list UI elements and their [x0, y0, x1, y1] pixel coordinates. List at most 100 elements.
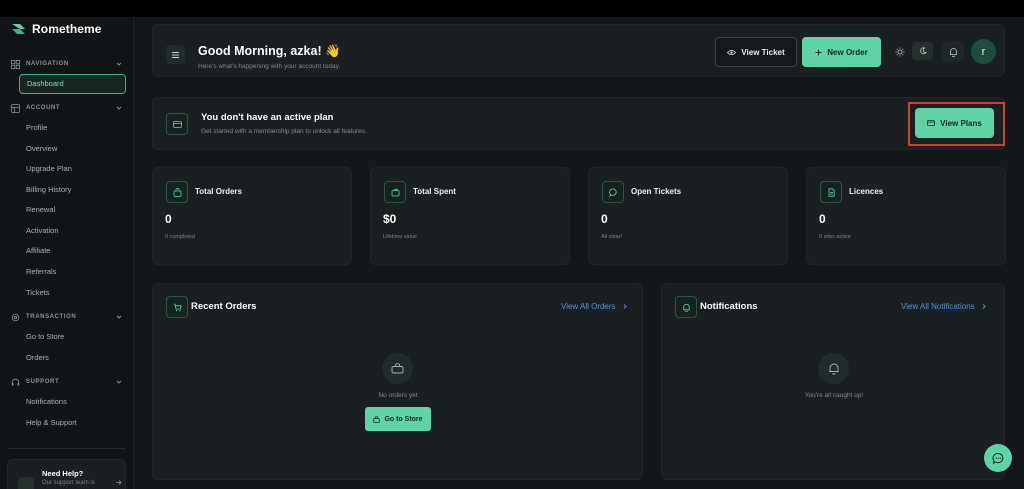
notifications-title: Notifications: [700, 301, 758, 312]
greeting-subtitle: Here's what's happening with your accoun…: [198, 63, 341, 70]
section-label: NAVIGATION: [26, 61, 69, 67]
new-order-label: New Order: [827, 47, 868, 57]
view-ticket-label: View Ticket: [741, 47, 785, 57]
sun-icon[interactable]: [895, 47, 905, 57]
document-icon: [828, 187, 835, 197]
go-to-store-button[interactable]: Go to Store: [365, 407, 431, 431]
stat-sub: Lifetime value: [383, 234, 417, 240]
view-all-notifications-link[interactable]: View All Notifications: [901, 302, 987, 311]
new-order-button[interactable]: New Order: [802, 37, 881, 67]
sidebar-item-help-support[interactable]: Help & Support: [26, 417, 77, 429]
sidebar-item-orders[interactable]: Orders: [26, 352, 49, 364]
plan-icon-box: [166, 113, 188, 135]
chevron-down-icon: [115, 60, 123, 68]
moon-icon: [919, 47, 927, 55]
dark-mode-toggle[interactable]: [912, 42, 933, 60]
empty-orders-text: No orders yet: [378, 392, 418, 399]
recent-orders-title: Recent Orders: [191, 301, 257, 312]
section-support[interactable]: SUPPORT: [11, 376, 123, 388]
stat-label: Licences: [849, 187, 884, 196]
chevron-down-icon: [115, 313, 123, 321]
view-all-orders-label: View All Orders: [561, 302, 616, 311]
stat-icon-box: [602, 181, 624, 203]
bell-icon: [949, 47, 957, 57]
stat-card-licences: Licences 0 0 sites active: [806, 167, 1006, 265]
help-subtitle: Our support team is: [42, 480, 95, 486]
chevron-down-icon: [115, 104, 123, 112]
sidebar-divider: [7, 448, 126, 449]
stat-sub: 0 sites active: [819, 234, 851, 240]
stat-label: Open Tickets: [631, 187, 682, 196]
bag-icon: [373, 415, 381, 423]
section-navigation[interactable]: NAVIGATION: [11, 58, 123, 70]
sidebar-item-tickets[interactable]: Tickets: [26, 287, 49, 299]
stat-label: Total Orders: [195, 187, 242, 196]
stat-sub: All clear!: [601, 234, 623, 240]
sidebar-item-overview[interactable]: Overview: [26, 143, 57, 155]
stat-label: Total Spent: [413, 187, 456, 196]
chevron-down-icon: [115, 378, 123, 386]
eye-icon: [727, 49, 737, 55]
sidebar-item-upgrade-plan[interactable]: Upgrade Plan: [26, 163, 72, 175]
empty-orders-illustration: [382, 353, 413, 384]
section-label: SUPPORT: [26, 379, 60, 385]
orders-icon-box: [166, 296, 188, 318]
view-plans-button[interactable]: View Plans: [915, 108, 994, 138]
stat-card-total-orders: Total Orders 0 0 completed: [152, 167, 352, 265]
section-account[interactable]: ACCOUNT: [11, 102, 123, 114]
plan-banner: You don't have an active plan Get starte…: [152, 97, 1005, 150]
go-to-store-label: Go to Store: [384, 415, 423, 423]
sidebar-item-notifications[interactable]: Notifications: [26, 396, 67, 408]
plan-title: You don't have an active plan: [201, 112, 334, 123]
view-all-notifications-label: View All Notifications: [901, 302, 975, 311]
cart-icon: [173, 303, 182, 311]
sidebar-item-go-to-store[interactable]: Go to Store: [26, 331, 64, 343]
view-plans-label: View Plans: [940, 118, 982, 128]
need-help-card[interactable]: Need Help? Our support team is: [7, 459, 126, 489]
help-icon: [18, 477, 34, 489]
section-label: TRANSACTION: [26, 314, 77, 320]
stat-icon-box: [820, 181, 842, 203]
notifications-icon-box: [675, 296, 697, 318]
stat-sub: 0 completed: [165, 234, 195, 240]
stat-value: 0: [819, 212, 826, 226]
user-square-icon: [11, 103, 20, 113]
sidebar-item-billing-history[interactable]: Billing History: [26, 184, 71, 196]
empty-notifications-text: You're all caught up!: [804, 392, 864, 399]
gear-icon: [11, 313, 20, 322]
hamburger-icon: [172, 51, 179, 58]
recent-orders-panel: Recent Orders View All Orders No orders …: [152, 283, 643, 480]
notifications-panel: Notifications View All Notifications You…: [661, 283, 1005, 480]
sidebar-item-dashboard[interactable]: Dashboard: [19, 74, 126, 94]
menu-toggle-button[interactable]: [166, 45, 185, 64]
logo-icon: [12, 24, 25, 34]
help-title: Need Help?: [42, 469, 84, 478]
plus-icon: [815, 49, 822, 55]
credit-card-icon: [172, 120, 182, 128]
headset-icon: [11, 378, 20, 387]
view-all-orders-link[interactable]: View All Orders: [561, 302, 628, 311]
chevron-right-icon: [982, 304, 986, 309]
bell-icon: [828, 363, 839, 375]
chat-fab-button[interactable]: [984, 444, 1012, 472]
sidebar-item-affiliate[interactable]: Affiliate: [26, 245, 50, 257]
sidebar-item-profile[interactable]: Profile: [26, 122, 47, 134]
wallet-icon: [391, 187, 399, 196]
section-transaction[interactable]: TRANSACTION: [11, 311, 123, 323]
notifications-button[interactable]: [942, 41, 964, 62]
bell-icon: [682, 303, 690, 312]
stat-value: 0: [165, 212, 172, 226]
stat-value: $0: [383, 212, 397, 226]
view-ticket-button[interactable]: View Ticket: [715, 37, 797, 67]
section-label: ACCOUNT: [26, 105, 61, 111]
sidebar-item-activation[interactable]: Activation: [26, 225, 59, 237]
sidebar: Rometheme NAVIGATION Dashboard ACCOUNT P…: [0, 17, 134, 489]
user-avatar[interactable]: r: [971, 39, 996, 64]
stat-card-total-spent: Total Spent $0 Lifetime value: [370, 167, 570, 265]
sidebar-item-renewal[interactable]: Renewal: [26, 204, 55, 216]
empty-notifications-illustration: [818, 353, 849, 384]
chevron-right-icon: [623, 304, 627, 309]
credit-card-icon: [927, 120, 936, 126]
sidebar-item-referrals[interactable]: Referrals: [26, 266, 56, 278]
brand-logo[interactable]: Rometheme: [11, 22, 102, 36]
